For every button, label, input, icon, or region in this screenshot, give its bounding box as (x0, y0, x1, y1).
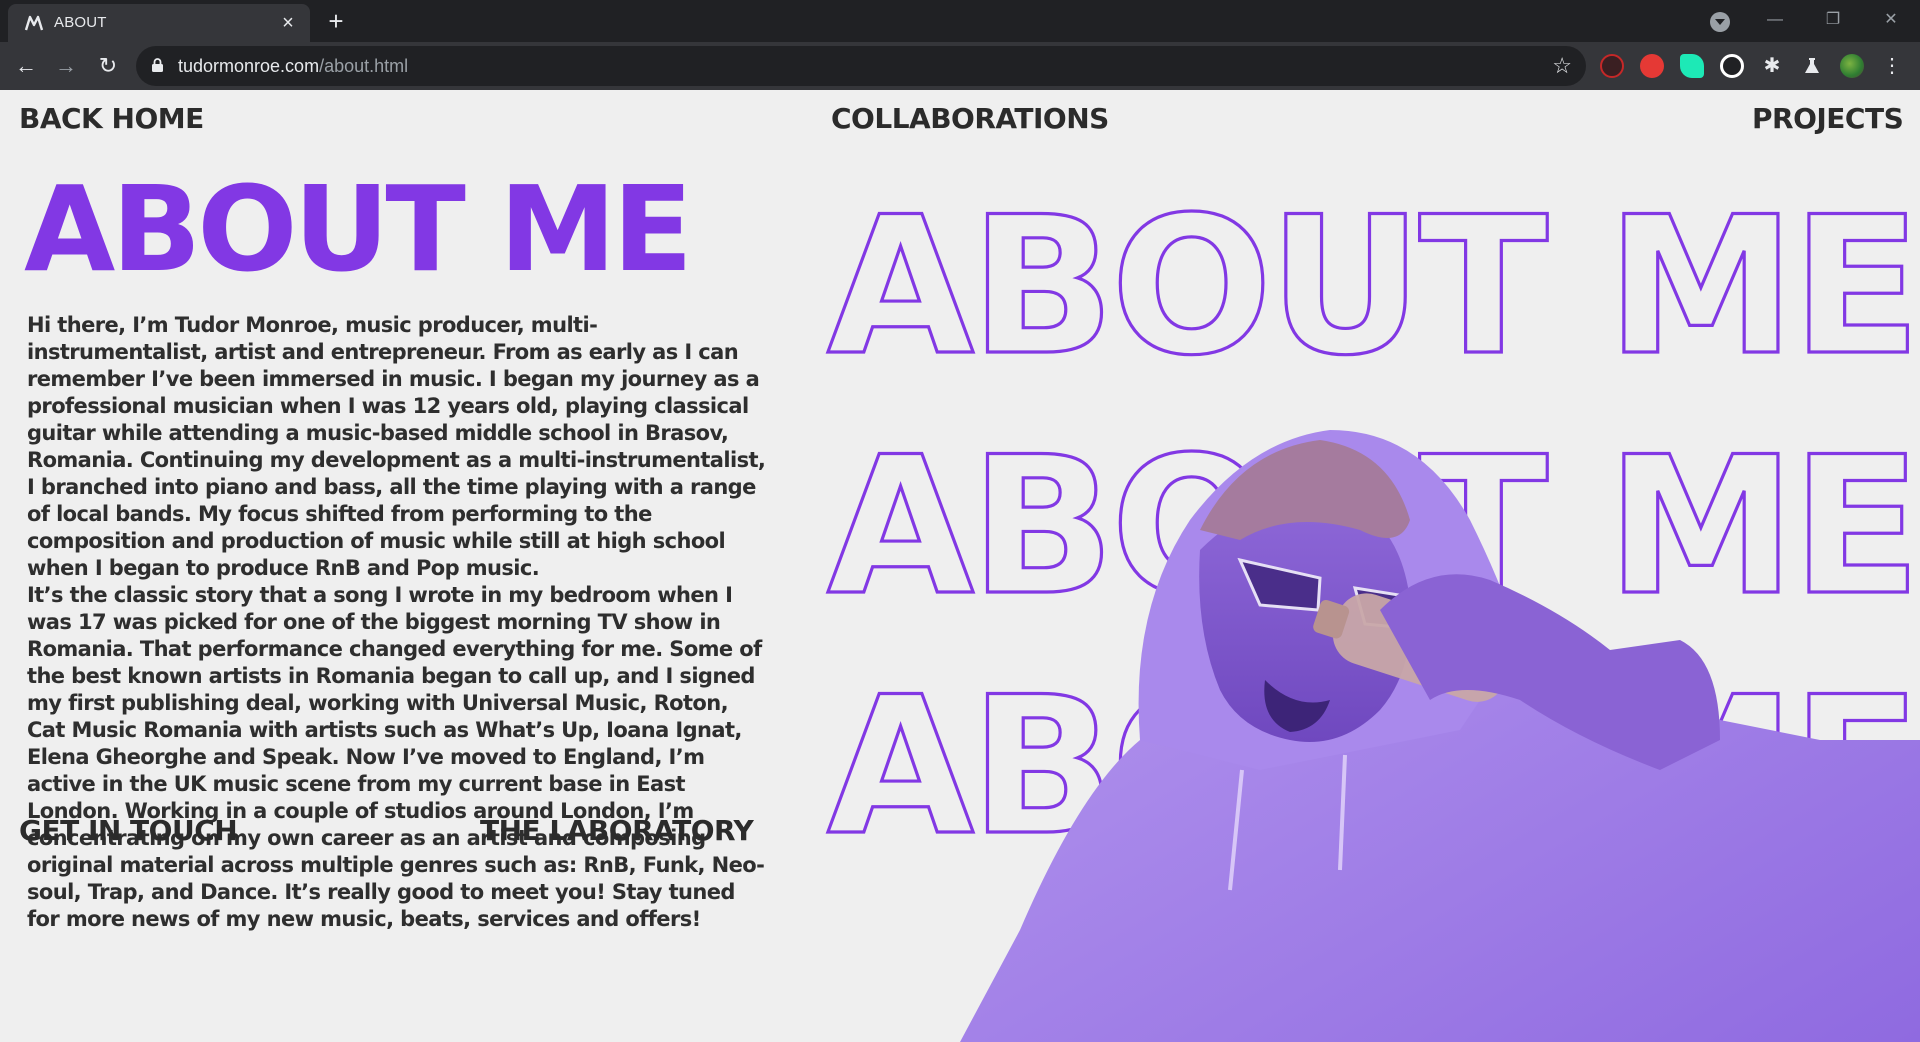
reload-icon[interactable]: ↻ (94, 52, 122, 80)
browser-tab[interactable]: ABOUT × (8, 4, 310, 42)
bio-paragraph: It’s the classic story that a song I wro… (27, 583, 765, 931)
lock-icon (152, 58, 163, 72)
profile-avatar-icon[interactable] (1840, 54, 1864, 78)
minimize-icon[interactable]: — (1752, 6, 1798, 34)
menu-icon[interactable]: ⋮ (1878, 52, 1906, 80)
browser-toolbar: ← → ↻ tudormonroe.com/about.html ☆ ✱ ⋮ (0, 42, 1920, 90)
collaborations-link[interactable]: COLLABORATIONS (831, 102, 1109, 135)
tab-title: ABOUT (54, 14, 107, 31)
get-in-touch-link[interactable]: GET IN TOUCH (19, 814, 238, 847)
page-content: BACK HOME COLLABORATIONS PROJECTS ABOUT … (0, 90, 1920, 1042)
restore-icon[interactable]: ❐ (1810, 6, 1856, 34)
star-icon[interactable]: ☆ (1552, 54, 1572, 78)
outline-heading: ABOUT ME (827, 180, 1917, 397)
url-path: /about.html (319, 56, 409, 76)
back-home-link[interactable]: BACK HOME (19, 102, 204, 135)
close-icon[interactable]: × (278, 13, 298, 33)
extension-icon[interactable] (1640, 54, 1664, 78)
url-text[interactable]: tudormonroe.com/about.html (178, 56, 408, 77)
site-logo-icon (24, 15, 44, 31)
puzzle-icon[interactable]: ✱ (1760, 54, 1784, 78)
address-bar[interactable]: tudormonroe.com/about.html ☆ (136, 46, 1586, 86)
plus-icon[interactable]: + (322, 8, 350, 36)
extension-icon[interactable] (1600, 54, 1624, 78)
laboratory-link[interactable]: THE LABORATORY (480, 814, 754, 847)
portrait-photo (960, 430, 1920, 1042)
bio-paragraph: Hi there, I’m Tudor Monroe, music produc… (27, 313, 766, 580)
back-icon[interactable]: ← (12, 52, 40, 80)
projects-link[interactable]: PROJECTS (1752, 102, 1904, 135)
page-title: ABOUT ME (24, 160, 693, 298)
tab-search-icon[interactable] (1710, 12, 1730, 32)
extension-icon[interactable] (1720, 54, 1744, 78)
extension-icon[interactable] (1680, 54, 1704, 78)
url-domain: tudormonroe.com (178, 56, 320, 76)
forward-icon[interactable]: → (52, 52, 80, 80)
browser-tab-strip: ABOUT × + — ❐ ✕ (0, 0, 1920, 42)
close-window-icon[interactable]: ✕ (1868, 6, 1914, 34)
flask-icon[interactable] (1800, 54, 1824, 78)
